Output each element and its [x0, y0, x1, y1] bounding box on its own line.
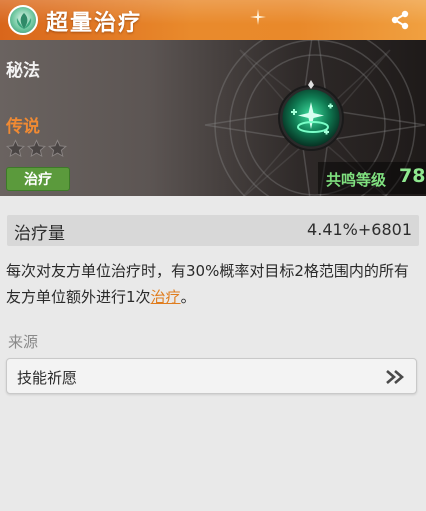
star-rating: [6, 139, 67, 158]
description-end: 。: [180, 288, 196, 306]
source-section-title: 来源: [8, 333, 39, 351]
empty-star-icon: [27, 139, 46, 158]
skill-type-tag: 治疗: [6, 167, 70, 191]
resonance-level-label: 共鸣等级: [326, 171, 387, 189]
stat-label: 治疗量: [14, 224, 65, 244]
empty-star-icon: [48, 139, 67, 158]
rarity-label: 传说: [6, 117, 40, 137]
description-text: 每次对友方单位治疗时，有30%概率对目标2格范围内的所有友方单位额外进行1次: [6, 262, 409, 306]
resonance-level-value: 78: [399, 165, 426, 187]
double-chevron-right-icon: [386, 370, 404, 384]
source-skill-wish-button[interactable]: 技能祈愿: [6, 358, 417, 394]
source-item-label: 技能祈愿: [17, 369, 78, 387]
green-heal-orb-icon: [278, 80, 344, 151]
heal-keyword-link[interactable]: 治疗: [151, 288, 181, 306]
skill-category: 秘法: [6, 61, 40, 81]
heal-skill-icon: [8, 5, 38, 35]
sparkle-decoration-icon: [250, 9, 266, 25]
skill-description: 每次对友方单位治疗时，有30%概率对目标2格范围内的所有友方单位额外进行1次治疗…: [6, 258, 420, 310]
page-title: 超量治疗: [46, 11, 143, 36]
share-icon[interactable]: [389, 9, 411, 31]
empty-star-icon: [6, 139, 25, 158]
stat-value: 4.41%+6801: [307, 220, 412, 239]
